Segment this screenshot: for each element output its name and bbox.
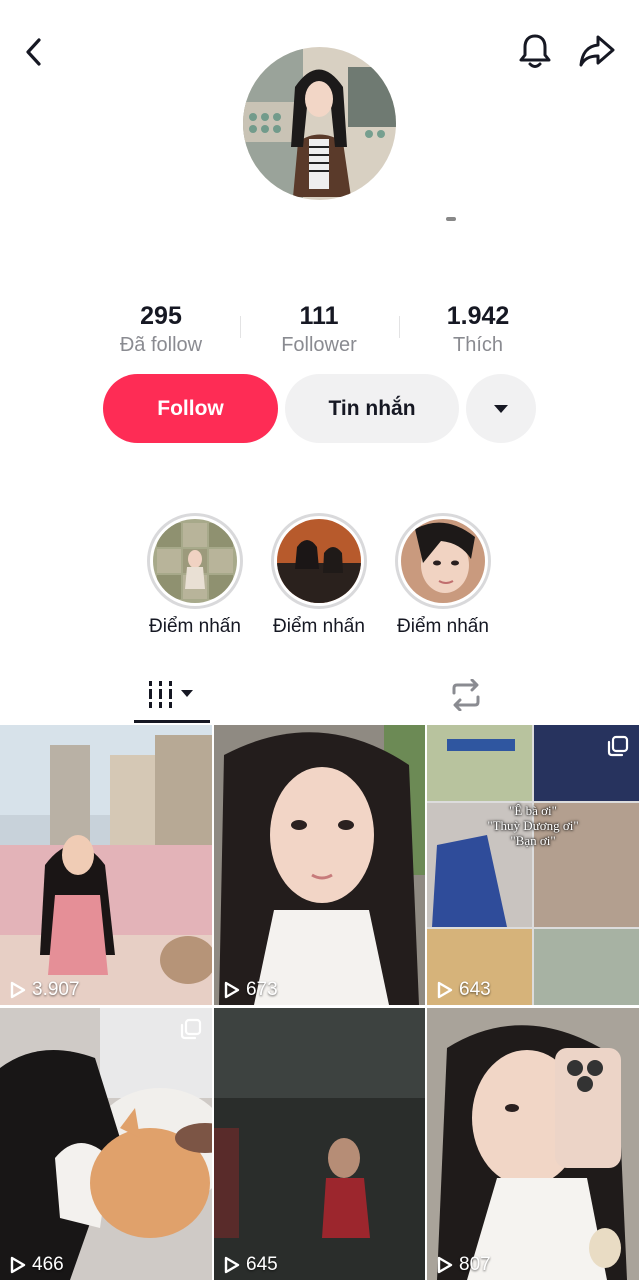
highlight-label: Điểm nhấn (397, 616, 489, 637)
stat-followers[interactable]: 111 Follower (249, 300, 389, 358)
decorative-dot (446, 217, 456, 221)
following-count: 295 (140, 302, 182, 330)
grid-videos-icon (149, 681, 193, 708)
video-thumbnail[interactable]: 807 (427, 1008, 639, 1280)
highlight-label: Điểm nhấn (149, 616, 241, 637)
play-icon (10, 1256, 26, 1274)
highlight-item[interactable]: Điểm nhấn (373, 513, 513, 639)
message-button[interactable]: Tin nhắn (285, 374, 459, 443)
play-icon (224, 981, 240, 999)
caption-line: "Thuỳ Dương ơi" (487, 818, 579, 833)
play-icon (437, 981, 453, 999)
view-count-value: 3.907 (32, 979, 80, 1000)
video-thumbnail[interactable]: 673 (214, 725, 425, 1005)
play-icon (224, 1256, 240, 1274)
view-count: 466 (10, 1254, 64, 1276)
view-count: 643 (437, 979, 491, 1001)
message-button-label: Tin nhắn (328, 396, 416, 420)
stat-following[interactable]: 295 Đã follow (91, 300, 231, 358)
bell-icon (519, 34, 551, 68)
video-caption-overlay: "Ê bà ơi" "Thuỳ Dương ơi" "Bạn ơi" (427, 803, 639, 848)
likes-count: 1.942 (446, 302, 510, 330)
highlight-label: Điểm nhấn (273, 616, 365, 637)
stat-divider (240, 316, 241, 338)
view-count-value: 643 (459, 979, 491, 1000)
likes-label: Thích (452, 334, 504, 356)
video-thumbnail[interactable]: 645 (214, 1008, 425, 1280)
stat-divider (399, 316, 400, 338)
tab-reposts[interactable] (440, 672, 492, 718)
caret-down-icon (494, 404, 508, 413)
play-icon (10, 981, 26, 999)
view-count: 3.907 (10, 979, 80, 1001)
caption-line: "Bạn ơi" (510, 833, 556, 848)
more-options-button[interactable] (466, 374, 536, 443)
multi-photo-icon (607, 735, 629, 757)
view-count: 673 (224, 979, 278, 1001)
follow-button[interactable]: Follow (103, 374, 278, 443)
video-thumbnail[interactable]: 3.907 (0, 725, 212, 1005)
notification-bell-button[interactable] (512, 28, 558, 74)
view-count-value: 673 (246, 979, 278, 1000)
highlight-cover (277, 519, 361, 603)
video-thumbnail[interactable]: 466 (0, 1008, 212, 1280)
repost-icon (452, 679, 480, 711)
highlight-item[interactable]: Điểm nhấn (249, 513, 389, 639)
highlight-cover (153, 519, 237, 603)
following-label: Đã follow (119, 334, 203, 356)
video-thumbnail[interactable]: "Ê bà ơi" "Thuỳ Dương ơi" "Bạn ơi" 643 (427, 725, 639, 1005)
chevron-left-icon (26, 38, 41, 66)
tab-videos[interactable] (134, 670, 210, 720)
multi-photo-icon (180, 1018, 202, 1040)
stat-likes[interactable]: 1.942 Thích (408, 300, 548, 358)
play-icon (437, 1256, 453, 1274)
follow-button-label: Follow (157, 396, 224, 420)
followers-label: Follower (281, 334, 357, 356)
highlight-item[interactable]: Điểm nhấn (125, 513, 265, 639)
share-button[interactable] (574, 28, 620, 74)
highlight-cover (401, 519, 485, 603)
active-tab-indicator (134, 720, 210, 723)
caption-line: "Ê bà ơi" (509, 803, 557, 818)
view-count-value: 807 (459, 1254, 491, 1275)
followers-count: 111 (299, 302, 339, 330)
profile-avatar[interactable] (243, 47, 396, 200)
view-count-value: 645 (246, 1254, 278, 1275)
view-count-value: 466 (32, 1254, 64, 1275)
view-count: 807 (437, 1254, 491, 1276)
back-button[interactable] (14, 30, 54, 74)
view-count: 645 (224, 1254, 278, 1276)
share-arrow-icon (579, 35, 615, 67)
